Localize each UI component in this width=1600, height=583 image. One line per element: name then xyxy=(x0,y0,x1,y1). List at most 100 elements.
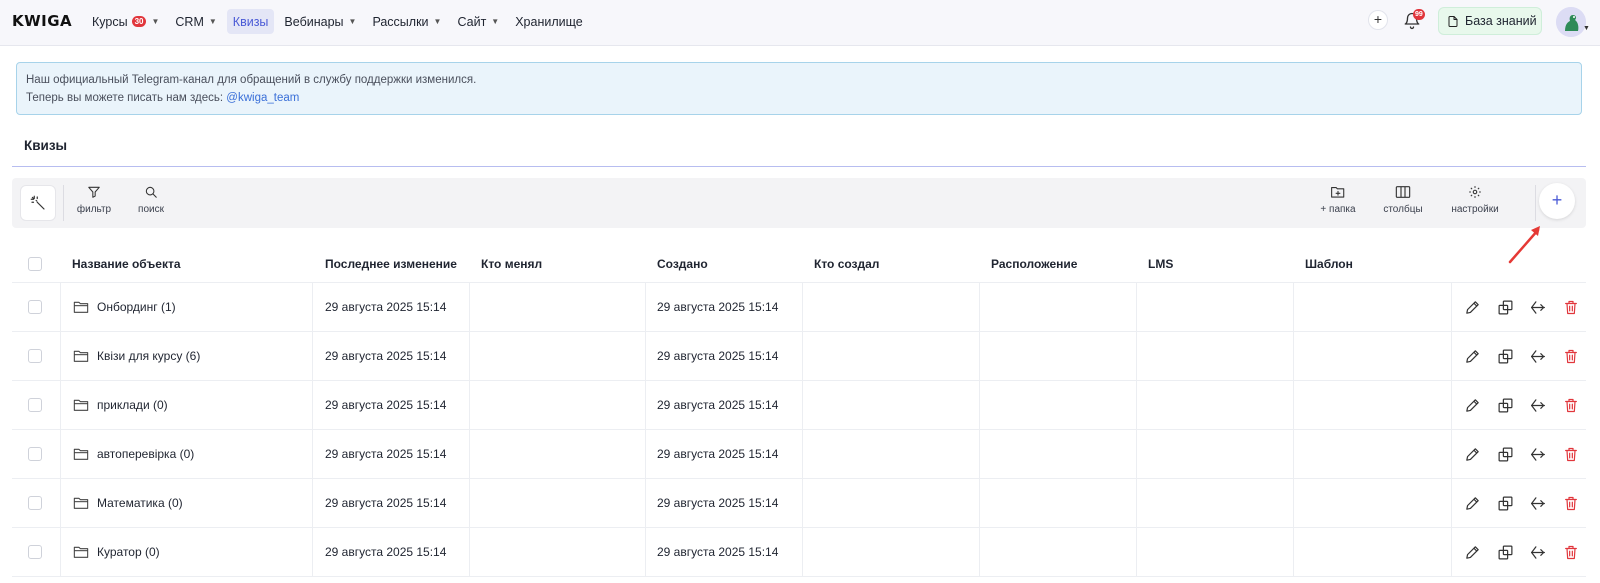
edit-icon[interactable] xyxy=(1463,396,1481,414)
trash-icon[interactable] xyxy=(1562,298,1580,316)
column-header-modified[interactable]: Последнее изменение xyxy=(325,246,457,282)
row-name: приклади (0) xyxy=(97,398,168,412)
table-row[interactable]: Куратор (0) 29 августа 2025 15:14 29 авг… xyxy=(12,528,1586,577)
row-checkbox[interactable] xyxy=(28,283,42,331)
table-row[interactable]: Математика (0) 29 августа 2025 15:14 29 … xyxy=(12,479,1586,528)
nav-item-webinars[interactable]: Вебинары ▼ xyxy=(278,9,362,34)
row-created: 29 августа 2025 15:14 xyxy=(657,545,779,559)
move-icon[interactable] xyxy=(1529,298,1547,316)
row-name-cell[interactable]: Онбординг (1) xyxy=(73,283,176,331)
edit-icon[interactable] xyxy=(1463,494,1481,512)
move-icon[interactable] xyxy=(1529,543,1547,561)
row-checkbox[interactable] xyxy=(28,381,42,429)
support-banner: Наш официальный Telegram-канал для обращ… xyxy=(16,62,1582,115)
row-checkbox[interactable] xyxy=(28,430,42,478)
page-title: Квизы xyxy=(24,138,68,153)
column-header-modified-by[interactable]: Кто менял xyxy=(481,246,542,282)
knowledge-base-button[interactable]: База знаний xyxy=(1438,7,1542,35)
avatar[interactable] xyxy=(1556,7,1586,37)
table-row[interactable]: Квізи для курсу (6) 29 августа 2025 15:1… xyxy=(12,332,1586,381)
edit-icon[interactable] xyxy=(1463,543,1481,561)
nav-item-courses[interactable]: Курсы 30 ▼ xyxy=(86,9,165,34)
select-all-checkbox[interactable] xyxy=(28,246,42,282)
logo[interactable]: KWIGA xyxy=(12,12,72,30)
row-checkbox[interactable] xyxy=(28,528,42,576)
row-actions xyxy=(1463,332,1580,380)
row-name-cell[interactable]: автоперевірка (0) xyxy=(73,430,194,478)
folder-icon xyxy=(73,301,89,313)
filter-button[interactable]: фильтр xyxy=(64,185,124,215)
toolbar-separator xyxy=(1535,185,1536,221)
move-icon[interactable] xyxy=(1529,445,1547,463)
magic-wand-button[interactable] xyxy=(20,185,56,221)
row-checkbox[interactable] xyxy=(28,479,42,527)
row-name-cell[interactable]: Математика (0) xyxy=(73,479,183,527)
column-header-template[interactable]: Шаблон xyxy=(1305,246,1353,282)
row-name-cell[interactable]: Квізи для курсу (6) xyxy=(73,332,200,380)
add-folder-button[interactable]: + папка xyxy=(1308,185,1368,215)
row-modified: 29 августа 2025 15:14 xyxy=(325,496,447,510)
column-header-location[interactable]: Расположение xyxy=(991,246,1077,282)
nav-item-quizzes[interactable]: Квизы xyxy=(226,9,275,34)
table-row[interactable]: автоперевірка (0) 29 августа 2025 15:14 … xyxy=(12,430,1586,479)
columns-button[interactable]: столбцы xyxy=(1373,185,1433,215)
edit-icon[interactable] xyxy=(1463,445,1481,463)
edit-icon[interactable] xyxy=(1463,298,1481,316)
copy-icon[interactable] xyxy=(1496,494,1514,512)
move-icon[interactable] xyxy=(1529,396,1547,414)
nav-item-storage[interactable]: Хранилище xyxy=(509,9,589,34)
quick-add-button[interactable]: + xyxy=(1368,10,1388,30)
add-folder-label: + папка xyxy=(1320,204,1356,215)
chevron-down-icon: ▼ xyxy=(491,17,500,26)
settings-label: настройки xyxy=(1451,204,1499,215)
row-name-cell[interactable]: приклади (0) xyxy=(73,381,168,429)
copy-icon[interactable] xyxy=(1496,445,1514,463)
nav-item-crm[interactable]: CRM ▼ xyxy=(169,9,222,34)
search-button[interactable]: поиск xyxy=(121,185,181,215)
row-name: Куратор (0) xyxy=(97,545,160,559)
trash-icon[interactable] xyxy=(1562,494,1580,512)
row-actions xyxy=(1463,430,1580,478)
trash-icon[interactable] xyxy=(1562,347,1580,365)
telegram-link[interactable]: @kwiga_team xyxy=(226,92,299,104)
chevron-down-icon: ▼ xyxy=(208,17,217,26)
chevron-down-icon[interactable]: ▼ xyxy=(1583,25,1590,32)
column-header-created[interactable]: Создано xyxy=(657,246,708,282)
column-header-name[interactable]: Название объекта xyxy=(72,246,181,282)
row-actions xyxy=(1463,479,1580,527)
copy-icon[interactable] xyxy=(1496,543,1514,561)
row-name: Математика (0) xyxy=(97,496,183,510)
trash-icon[interactable] xyxy=(1562,445,1580,463)
table-row[interactable]: Онбординг (1) 29 августа 2025 15:14 29 а… xyxy=(12,283,1586,332)
row-checkbox[interactable] xyxy=(28,332,42,380)
chevron-down-icon: ▼ xyxy=(433,17,442,26)
nav-item-label: Курсы xyxy=(92,14,128,29)
column-header-lms[interactable]: LMS xyxy=(1148,246,1173,282)
nav-item-mailings[interactable]: Рассылки ▼ xyxy=(366,9,447,34)
move-icon[interactable] xyxy=(1529,494,1547,512)
banner-text: Теперь вы можете писать нам здесь: xyxy=(26,92,224,104)
row-modified: 29 августа 2025 15:14 xyxy=(325,349,447,363)
copy-icon[interactable] xyxy=(1496,396,1514,414)
trash-icon[interactable] xyxy=(1562,396,1580,414)
add-quiz-button[interactable]: + xyxy=(1539,183,1575,219)
row-name-cell[interactable]: Куратор (0) xyxy=(73,528,160,576)
row-name: Квізи для курсу (6) xyxy=(97,349,201,363)
edit-icon[interactable] xyxy=(1463,347,1481,365)
table-row[interactable]: приклади (0) 29 августа 2025 15:14 29 ав… xyxy=(12,381,1586,430)
notifications-badge: 99 xyxy=(1413,9,1425,20)
nav-item-label: Квизы xyxy=(232,14,269,29)
move-icon[interactable] xyxy=(1529,347,1547,365)
column-header-created-by[interactable]: Кто создал xyxy=(814,246,879,282)
trash-icon[interactable] xyxy=(1562,543,1580,561)
copy-icon[interactable] xyxy=(1496,298,1514,316)
folder-icon xyxy=(73,448,89,460)
table-body: Онбординг (1) 29 августа 2025 15:14 29 а… xyxy=(12,283,1586,577)
settings-button[interactable]: настройки xyxy=(1445,185,1505,215)
folder-icon xyxy=(73,546,89,558)
banner-line-2: Теперь вы можете писать нам здесь: @kwig… xyxy=(26,89,1572,107)
row-name: автоперевірка (0) xyxy=(97,447,195,461)
copy-icon[interactable] xyxy=(1496,347,1514,365)
nav-item-site[interactable]: Сайт ▼ xyxy=(451,9,505,34)
row-actions xyxy=(1463,528,1580,576)
